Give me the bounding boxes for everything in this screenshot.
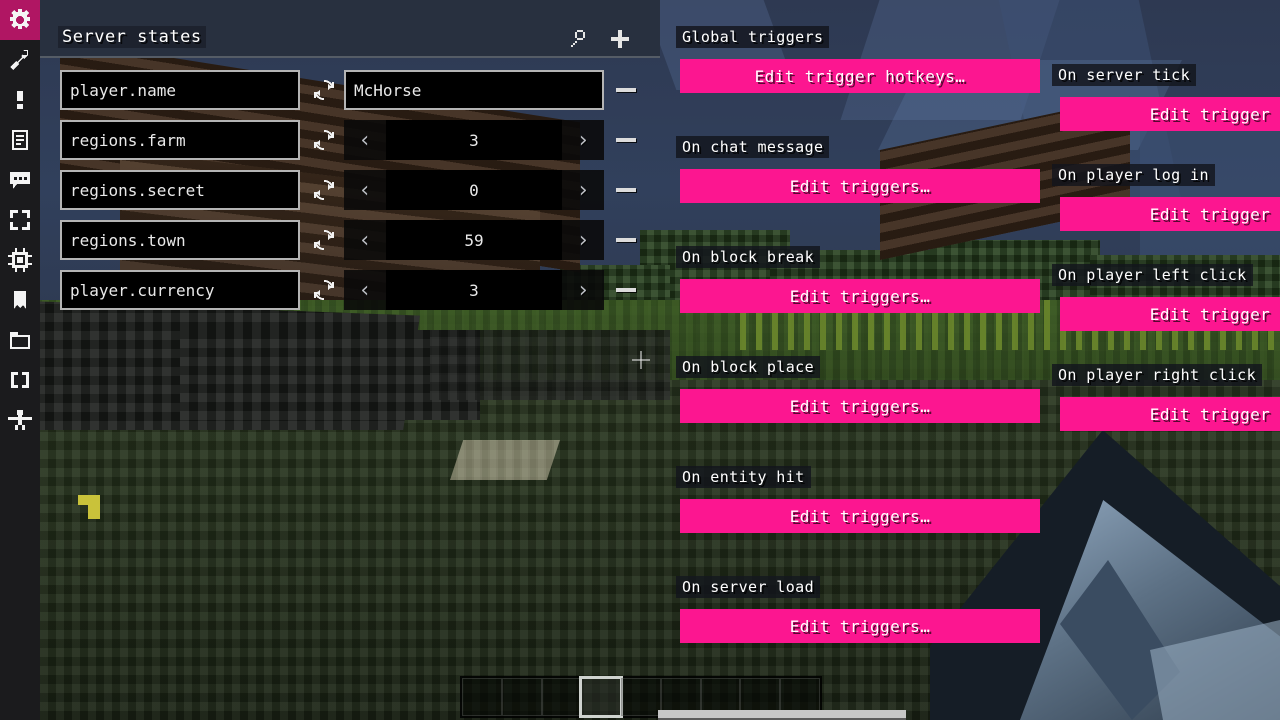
refresh-icon[interactable] bbox=[308, 224, 340, 256]
stepper-increment-button[interactable]: › bbox=[562, 120, 604, 160]
chip-icon bbox=[8, 248, 32, 272]
minus-icon bbox=[616, 238, 636, 242]
trigger-group-label: Global triggers bbox=[676, 26, 830, 48]
stepper-increment-button[interactable]: › bbox=[562, 170, 604, 210]
refresh-icon[interactable] bbox=[308, 174, 340, 206]
state-key-input[interactable]: player.name bbox=[60, 70, 300, 110]
stepper-decrement-button[interactable]: ‹ bbox=[344, 170, 386, 210]
state-row: regions.secret ‹ 0 › bbox=[60, 170, 660, 210]
trigger-group-label: On player right click bbox=[1052, 364, 1263, 386]
sidebar-item-code[interactable] bbox=[0, 360, 40, 400]
trigger-group-label: On player log in bbox=[1052, 164, 1215, 186]
sidebar-item-chat[interactable] bbox=[0, 160, 40, 200]
wrench-icon bbox=[8, 48, 32, 72]
refresh-icon[interactable] bbox=[308, 274, 340, 306]
edit-triggers-button[interactable]: Edit trigger bbox=[1060, 297, 1280, 331]
trigger-group-label: On server tick bbox=[1052, 64, 1197, 86]
state-value-stepper: ‹ 3 › bbox=[344, 120, 604, 160]
page-title: Server states bbox=[58, 26, 206, 48]
state-key-input[interactable]: player.currency bbox=[60, 270, 300, 310]
brackets-icon bbox=[8, 368, 32, 392]
sidebar-item-models[interactable] bbox=[0, 400, 40, 440]
edit-triggers-button[interactable]: Edit trigger hotkeys… bbox=[680, 59, 1040, 93]
state-row: regions.farm ‹ 3 › bbox=[60, 120, 660, 160]
sidebar-item-tools[interactable] bbox=[0, 40, 40, 80]
state-row: player.name McHorse bbox=[60, 70, 660, 110]
minus-icon bbox=[616, 88, 636, 92]
state-value-number[interactable]: 59 bbox=[386, 220, 562, 260]
search-icon[interactable] bbox=[565, 24, 595, 54]
stepper-decrement-button[interactable]: ‹ bbox=[344, 270, 386, 310]
edit-triggers-button[interactable]: Edit triggers… bbox=[680, 499, 1040, 533]
edit-triggers-button[interactable]: Edit triggers… bbox=[680, 169, 1040, 203]
state-value-stepper: ‹ 3 › bbox=[344, 270, 604, 310]
state-key-input[interactable]: regions.farm bbox=[60, 120, 300, 160]
document-icon bbox=[8, 128, 32, 152]
stepper-increment-button[interactable]: › bbox=[562, 270, 604, 310]
state-key-input[interactable]: regions.town bbox=[60, 220, 300, 260]
sidebar-rail bbox=[0, 0, 40, 720]
panel-header-divider bbox=[40, 56, 660, 58]
trigger-group-label: On block break bbox=[676, 246, 821, 268]
screen: Server states player.name McHorse regions.… bbox=[0, 0, 1280, 720]
bookmark-icon bbox=[8, 288, 32, 312]
trigger-group-label: On player left click bbox=[1052, 264, 1253, 286]
edit-triggers-button[interactable]: Edit trigger bbox=[1060, 197, 1280, 231]
sidebar-item-scripts[interactable] bbox=[0, 120, 40, 160]
remove-state-button[interactable] bbox=[610, 224, 642, 256]
plus-icon[interactable] bbox=[605, 24, 635, 54]
edit-triggers-button[interactable]: Edit triggers… bbox=[680, 389, 1040, 423]
crop-icon bbox=[8, 208, 32, 232]
sidebar-item-bookmarks[interactable] bbox=[0, 280, 40, 320]
state-row: regions.town ‹ 59 › bbox=[60, 220, 660, 260]
edit-triggers-button[interactable]: Edit triggers… bbox=[680, 609, 1040, 643]
state-value-stepper: ‹ 0 › bbox=[344, 170, 604, 210]
gear-icon bbox=[8, 8, 32, 32]
state-key-input[interactable]: regions.secret bbox=[60, 170, 300, 210]
sidebar-item-states[interactable] bbox=[0, 0, 40, 40]
remove-state-button[interactable] bbox=[610, 274, 642, 306]
sidebar-item-alerts[interactable] bbox=[0, 80, 40, 120]
state-value-number[interactable]: 3 bbox=[386, 120, 562, 160]
state-value-stepper: ‹ 59 › bbox=[344, 220, 604, 260]
edit-triggers-button[interactable]: Edit triggers… bbox=[680, 279, 1040, 313]
horizontal-scrollbar-thumb[interactable] bbox=[658, 710, 906, 718]
chat-icon bbox=[8, 168, 32, 192]
stepper-decrement-button[interactable]: ‹ bbox=[344, 120, 386, 160]
sidebar-item-files[interactable] bbox=[0, 320, 40, 360]
trigger-group-label: On block place bbox=[676, 356, 821, 378]
stepper-decrement-button[interactable]: ‹ bbox=[344, 220, 386, 260]
stepper-increment-button[interactable]: › bbox=[562, 220, 604, 260]
trigger-group-label: On chat message bbox=[676, 136, 830, 158]
minus-icon bbox=[616, 188, 636, 192]
armorstand-icon bbox=[8, 408, 32, 432]
folder-icon bbox=[8, 328, 32, 352]
trigger-group-label: On entity hit bbox=[676, 466, 811, 488]
trigger-group-label: On server load bbox=[676, 576, 821, 598]
state-editor-overlay: Server states player.name McHorse regions.… bbox=[0, 0, 1280, 720]
refresh-icon[interactable] bbox=[308, 74, 340, 106]
remove-state-button[interactable] bbox=[610, 74, 642, 106]
edit-triggers-button[interactable]: Edit trigger bbox=[1060, 397, 1280, 431]
refresh-icon[interactable] bbox=[308, 124, 340, 156]
state-value-input[interactable]: McHorse bbox=[344, 70, 604, 110]
minus-icon bbox=[616, 288, 636, 292]
sidebar-item-selection[interactable] bbox=[0, 200, 40, 240]
state-value-number[interactable]: 3 bbox=[386, 270, 562, 310]
state-row: player.currency ‹ 3 › bbox=[60, 270, 660, 310]
remove-state-button[interactable] bbox=[610, 124, 642, 156]
remove-state-button[interactable] bbox=[610, 174, 642, 206]
sidebar-item-circuits[interactable] bbox=[0, 240, 40, 280]
exclamation-icon bbox=[8, 88, 32, 112]
state-value-number[interactable]: 0 bbox=[386, 170, 562, 210]
edit-triggers-button[interactable]: Edit trigger bbox=[1060, 97, 1280, 131]
minus-icon bbox=[616, 138, 636, 142]
